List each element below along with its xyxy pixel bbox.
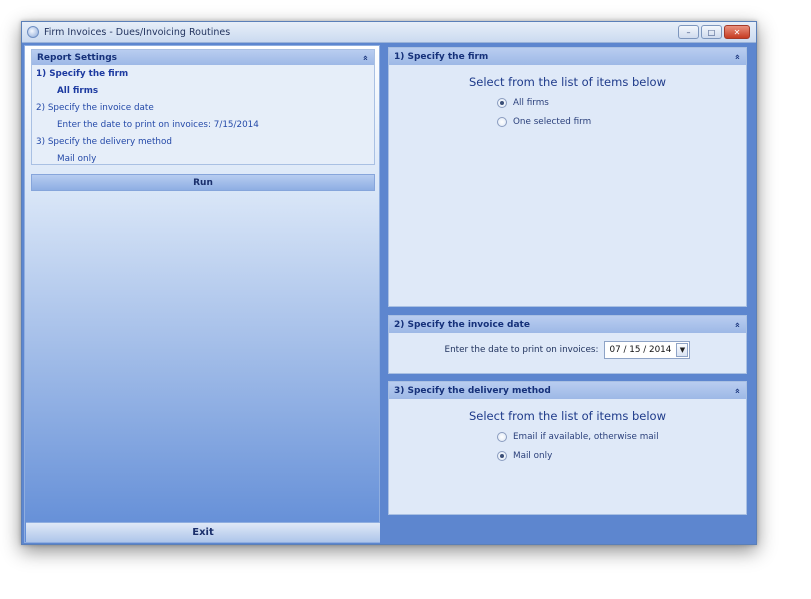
delivery-method-panel: 3) Specify the delivery method » Select …	[388, 381, 747, 515]
invoice-date-panel: 2) Specify the invoice date » Enter the …	[388, 315, 747, 374]
report-settings-header[interactable]: Report Settings »	[32, 50, 374, 65]
firm-panel-title: 1) Specify the firm	[394, 51, 489, 62]
radio-email-if-available[interactable]: Email if available, otherwise mail	[497, 427, 746, 446]
radio-label: One selected firm	[513, 116, 592, 127]
firm-select-title: Select from the list of items below	[468, 75, 666, 89]
run-button[interactable]: Run	[31, 174, 375, 191]
radio-label: Email if available, otherwise mail	[513, 431, 659, 442]
delivery-panel-body: Select from the list of items below Emai…	[389, 409, 746, 465]
report-settings-title: Report Settings	[37, 52, 118, 63]
report-settings-box: Report Settings » 1) Specify the firm Al…	[31, 49, 375, 165]
summary-firm-value: All firms	[57, 85, 99, 96]
firm-panel: 1) Specify the firm » Select from the li…	[388, 47, 747, 307]
dropdown-arrow-icon[interactable]: ▼	[676, 343, 689, 357]
delivery-method-panel-header[interactable]: 3) Specify the delivery method »	[389, 382, 746, 399]
maximize-icon: □	[707, 27, 716, 37]
close-button[interactable]: ✕	[724, 25, 750, 39]
summary-step-delivery: 3) Specify the delivery method	[36, 136, 172, 147]
main-window: Firm Invoices - Dues/Invoicing Routines …	[21, 21, 757, 545]
invoice-date-row: Enter the date to print on invoices: 07 …	[389, 333, 746, 367]
invoice-date-panel-header[interactable]: 2) Specify the invoice date »	[389, 316, 746, 333]
minimize-icon: –	[686, 27, 691, 37]
window-title: Firm Invoices - Dues/Invoicing Routines	[44, 26, 231, 38]
radio-checked-icon[interactable]	[497, 97, 507, 108]
radio-mail-only[interactable]: Mail only	[497, 446, 746, 465]
radio-label: Mail only	[513, 450, 553, 461]
delivery-radio-group: Email if available, otherwise mail Mail …	[389, 427, 746, 465]
radio-all-firms[interactable]: All firms	[497, 93, 746, 112]
firm-radio-group: All firms One selected firm	[389, 93, 746, 131]
radio-checked-icon[interactable]	[497, 450, 507, 461]
collapse-icon[interactable]: »	[733, 388, 743, 394]
radio-label: All firms	[513, 97, 549, 108]
title-bar[interactable]: Firm Invoices - Dues/Invoicing Routines …	[22, 22, 756, 43]
delivery-select-title: Select from the list of items below	[468, 409, 666, 423]
collapse-icon[interactable]: »	[361, 55, 371, 61]
report-settings-pane: Report Settings » 1) Specify the firm Al…	[24, 45, 380, 543]
radio-unchecked-icon[interactable]	[497, 116, 507, 127]
app-icon	[27, 26, 39, 38]
summary-delivery-value: Mail only	[57, 153, 97, 164]
invoice-date-picker[interactable]: 07 / 15 / 2014 ▼	[604, 341, 691, 359]
radio-unchecked-icon[interactable]	[497, 431, 507, 442]
exit-button[interactable]: Exit	[26, 522, 380, 542]
summary-step-date: 2) Specify the invoice date	[36, 102, 154, 113]
radio-one-selected-firm[interactable]: One selected firm	[497, 112, 746, 131]
firm-panel-body: Select from the list of items below All …	[389, 75, 746, 131]
window-controls: – □ ✕	[678, 25, 750, 39]
close-icon: ✕	[733, 27, 741, 37]
collapse-icon[interactable]: »	[733, 54, 743, 60]
invoice-date-label: Enter the date to print on invoices:	[444, 345, 599, 355]
minimize-button[interactable]: –	[678, 25, 699, 39]
invoice-date-panel-title: 2) Specify the invoice date	[394, 319, 530, 330]
summary-step-firm: 1) Specify the firm	[36, 68, 129, 79]
options-pane: 1) Specify the firm » Select from the li…	[383, 45, 753, 543]
collapse-icon[interactable]: »	[733, 322, 743, 328]
invoice-date-value[interactable]: 07 / 15 / 2014	[609, 345, 675, 355]
firm-panel-header[interactable]: 1) Specify the firm »	[389, 48, 746, 65]
summary-date-value: Enter the date to print on invoices: 7/1…	[57, 119, 259, 130]
maximize-button[interactable]: □	[701, 25, 722, 39]
delivery-method-panel-title: 3) Specify the delivery method	[394, 385, 551, 396]
